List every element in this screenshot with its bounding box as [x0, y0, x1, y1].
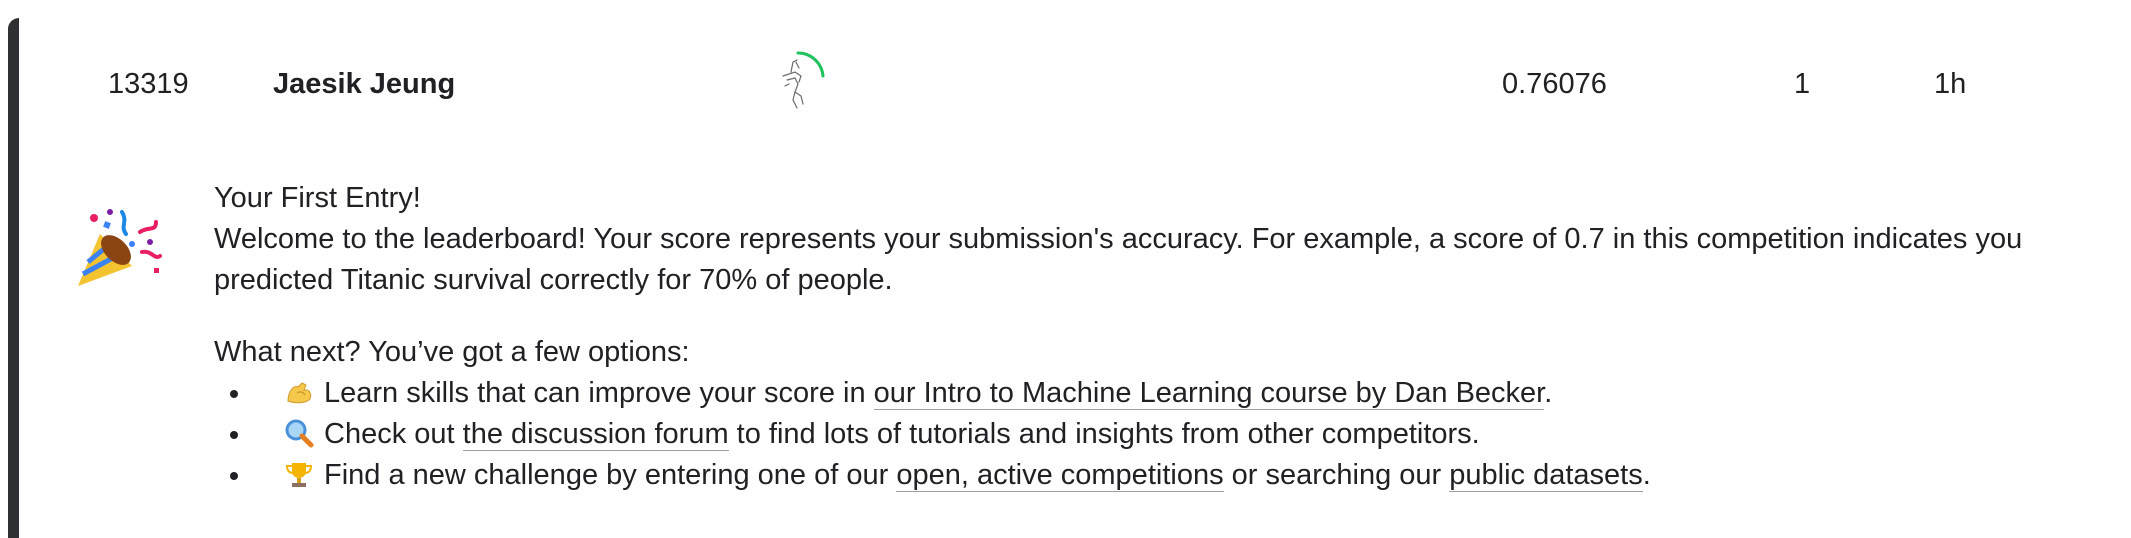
option-challenge-text: Find a new challenge by entering one of … — [324, 459, 897, 491]
public-datasets-link[interactable]: public datasets — [1449, 459, 1643, 492]
active-competitions-link[interactable]: open, active competitions — [896, 459, 1224, 492]
avatar[interactable] — [765, 48, 835, 118]
last-submission-time: 1h — [1934, 68, 1967, 100]
option-forum-text: Check out — [324, 418, 463, 450]
option-learn-text: Learn skills that can improve your score… — [324, 377, 874, 409]
option-discussion-forum: Check out the discussion forum to find l… — [214, 414, 2114, 455]
entry-message-text: Your First Entry! Welcome to the leaderb… — [214, 178, 2114, 496]
welcome-text-line-1: Welcome to the leaderboard! Your score r… — [214, 223, 2023, 255]
option-learn-end: . — [1544, 377, 1553, 409]
leaderboard-row[interactable]: 13319 Jaesik Jeung 0.76076 1 1h — [0, 0, 2131, 170]
flexed-biceps-icon — [287, 382, 312, 404]
intro-ml-course-link[interactable]: our Intro to Machine Learning course by … — [873, 377, 1545, 410]
option-learn-skills: Learn skills that can improve your score… — [214, 373, 2114, 414]
score: 0.76076 — [1502, 68, 1607, 100]
next-steps-heading: What next? You’ve got a few options: — [214, 336, 690, 368]
entries-count: 1 — [1794, 68, 1811, 100]
option-challenge-mid: or searching our — [1223, 459, 1450, 491]
team-name[interactable]: Jaesik Jeung — [273, 62, 455, 106]
trophy-icon — [285, 463, 313, 487]
welcome-text-line-2: predicted Titanic survival correctly for… — [214, 264, 893, 296]
discussion-forum-link[interactable]: the discussion forum — [462, 418, 729, 451]
rank: 13319 — [108, 68, 189, 100]
message-title: Your First Entry! — [214, 182, 421, 214]
avatar-sketch — [782, 59, 804, 109]
option-new-challenge: Find a new challenge by entering one of … — [214, 455, 2114, 496]
progress-ring — [796, 51, 825, 78]
first-entry-message: Your First Entry! Welcome to the leaderb… — [60, 178, 2120, 508]
magnifying-glass-icon — [285, 419, 314, 448]
party-popper-icon — [78, 209, 162, 286]
bullet — [230, 390, 238, 398]
option-forum-end: to find lots of tutorials and insights f… — [728, 418, 1480, 450]
bullet — [230, 431, 238, 439]
bullet — [230, 472, 238, 480]
option-challenge-end: . — [1642, 459, 1651, 491]
